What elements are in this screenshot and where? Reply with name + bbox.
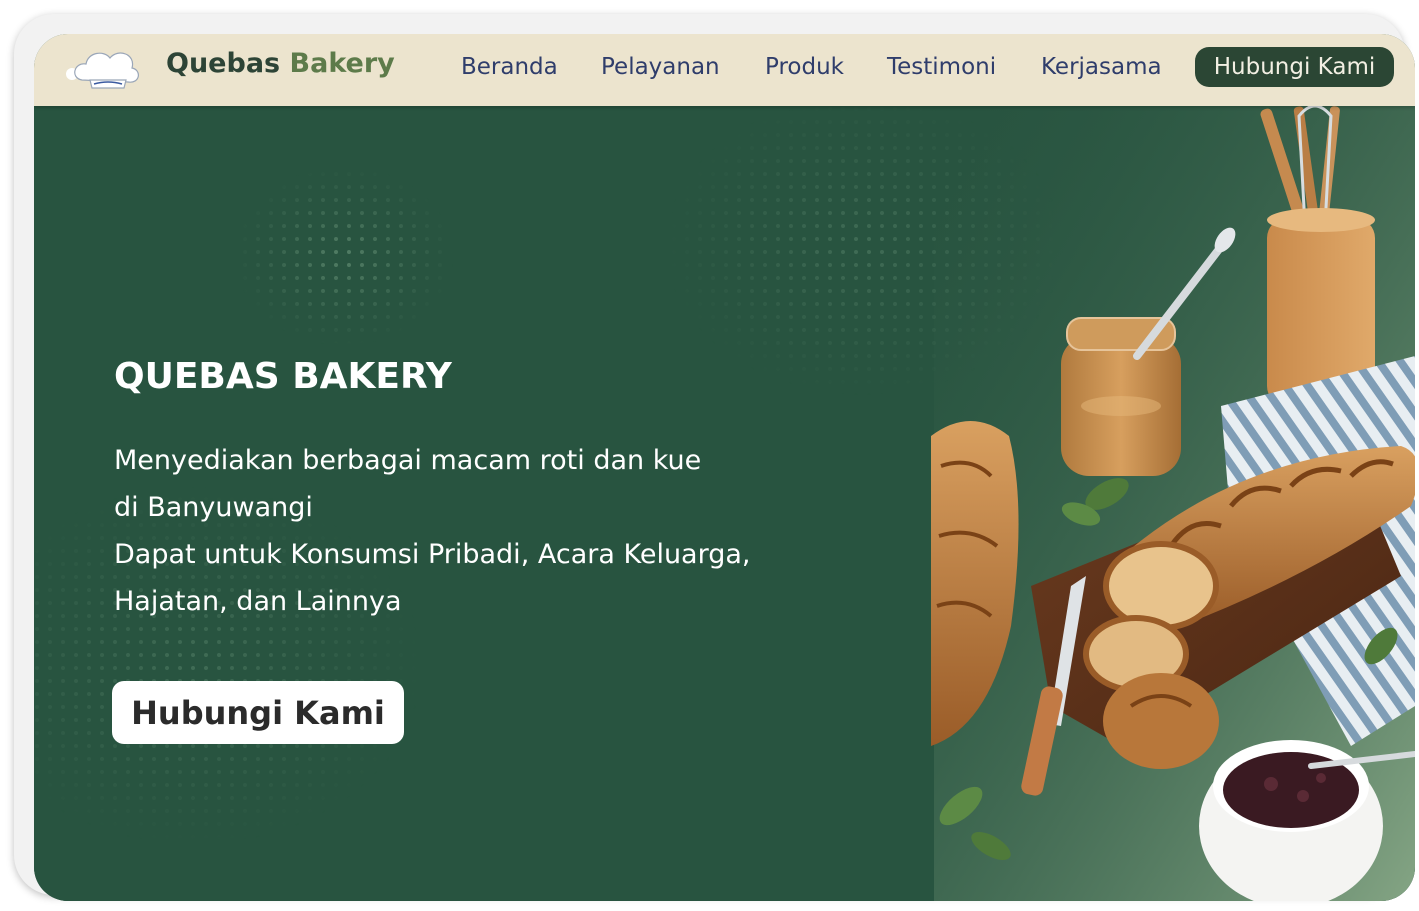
hero-title: QUEBAS BAKERY xyxy=(114,356,452,397)
brand-name-part2: Bakery xyxy=(289,48,395,79)
hero-description-line: Menyediakan berbagai macam roti dan kue xyxy=(114,445,702,476)
bread-and-jam-photo xyxy=(931,106,1415,901)
hero-description: Menyediakan berbagai macam roti dan kue … xyxy=(114,437,751,625)
brand-name[interactable]: Quebas Bakery xyxy=(166,48,395,79)
top-navbar: Quebas Bakery Beranda Pelayanan Produk T… xyxy=(34,34,1415,106)
browser-viewport: Quebas Bakery Beranda Pelayanan Produk T… xyxy=(34,34,1415,901)
nav-contact-button[interactable]: Hubungi Kami xyxy=(1195,47,1394,87)
device-frame: Quebas Bakery Beranda Pelayanan Produk T… xyxy=(14,14,1415,901)
chef-hat-logo-icon[interactable] xyxy=(60,42,146,92)
nav-item-pelayanan[interactable]: Pelayanan xyxy=(601,54,720,80)
nav-item-kerjasama[interactable]: Kerjasama xyxy=(1041,54,1162,80)
hero-description-line: Dapat untuk Konsumsi Pribadi, Acara Kelu… xyxy=(114,539,751,570)
hero-description-line: Hajatan, dan Lainnya xyxy=(114,586,402,617)
hero-contact-button[interactable]: Hubungi Kami xyxy=(112,681,404,744)
nav-item-beranda[interactable]: Beranda xyxy=(461,54,558,80)
nav-item-produk[interactable]: Produk xyxy=(765,54,844,80)
hero-description-line: di Banyuwangi xyxy=(114,492,313,523)
nav-item-testimoni[interactable]: Testimoni xyxy=(887,54,996,80)
brand-name-part1: Quebas xyxy=(166,48,281,79)
